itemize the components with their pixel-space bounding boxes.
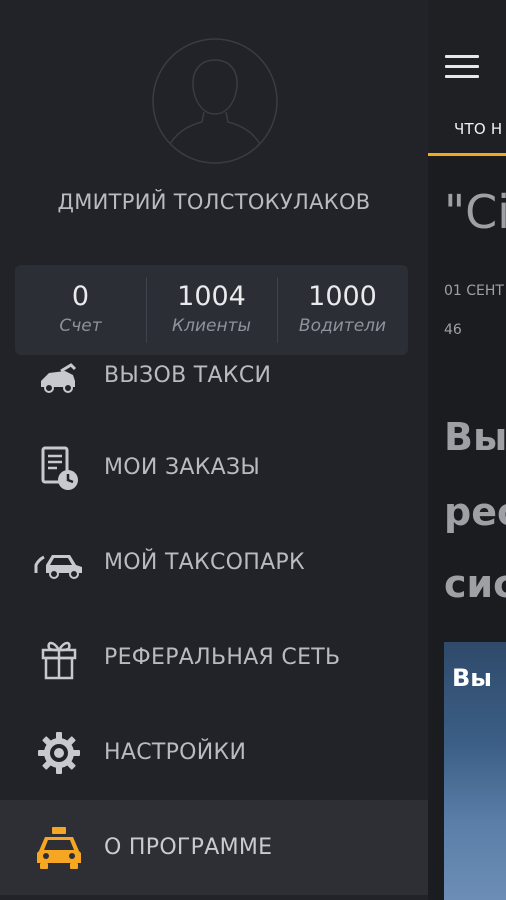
navigation-drawer: ВЫЗОВ ТАКСИ МОИ ЗАКАЗЫ МОЙ ТАКСОПАРК РЕФ…	[0, 0, 428, 900]
hamburger-menu-icon[interactable]	[445, 55, 479, 81]
stat-value: 0	[71, 281, 90, 312]
user-name: ДМИТРИЙ ТОЛСТОКУЛАКОВ	[57, 190, 371, 214]
stat-clients[interactable]: 1004 Клиенты	[146, 265, 277, 355]
article-headline: "Сі	[444, 185, 506, 239]
avatar[interactable]	[152, 38, 278, 164]
orders-icon	[34, 443, 84, 493]
article-views: 46	[444, 322, 462, 338]
stat-drivers[interactable]: 1000 Водители	[277, 265, 408, 355]
stat-value: 1000	[308, 281, 377, 312]
article-image-caption: Вы	[452, 664, 492, 692]
article-lead-line: рес	[444, 490, 506, 534]
stat-balance[interactable]: 0 Счет	[15, 265, 146, 355]
app-bar: ЧТО Н	[428, 0, 506, 157]
menu-item-about[interactable]: О ПРОГРАММЕ	[0, 800, 428, 895]
gift-icon	[34, 633, 84, 683]
menu-item-label: О ПРОГРАММЕ	[104, 835, 273, 860]
car-fleet-icon	[34, 538, 84, 588]
stat-label: Водители	[298, 316, 387, 336]
tab-indicator	[428, 153, 506, 156]
drawer-menu: ВЫЗОВ ТАКСИ МОИ ЗАКАЗЫ МОЙ ТАКСОПАРК РЕФ…	[0, 330, 428, 895]
article-lead-line: Вы	[444, 415, 506, 459]
taxi-call-icon	[34, 350, 84, 400]
menu-item-my-taxi-fleet[interactable]: МОЙ ТАКСОПАРК	[0, 515, 428, 610]
menu-item-settings[interactable]: НАСТРОЙКИ	[0, 705, 428, 800]
menu-item-label: МОЙ ТАКСОПАРК	[104, 550, 305, 575]
main-content: ЧТО Н "Сі 01 СЕНТ 46 Вы рес сис Вы	[428, 0, 506, 900]
stat-label: Счет	[59, 316, 102, 336]
tab-news[interactable]: ЧТО Н	[454, 120, 502, 138]
stats-panel: 0 Счет 1004 Клиенты 1000 Водители	[15, 265, 408, 355]
menu-item-label: ВЫЗОВ ТАКСИ	[104, 362, 272, 388]
stat-value: 1004	[177, 281, 246, 312]
menu-item-label: РЕФЕРАЛЬНАЯ СЕТЬ	[104, 645, 341, 670]
menu-item-label: МОИ ЗАКАЗЫ	[104, 455, 261, 480]
menu-item-my-orders[interactable]: МОИ ЗАКАЗЫ	[0, 420, 428, 515]
article-date: 01 СЕНТ	[444, 283, 504, 299]
gear-icon	[34, 728, 84, 778]
stat-label: Клиенты	[172, 316, 251, 336]
article-lead-line: сис	[444, 562, 506, 606]
taxi-icon	[34, 823, 84, 873]
menu-item-referral-network[interactable]: РЕФЕРАЛЬНАЯ СЕТЬ	[0, 610, 428, 705]
menu-item-label: НАСТРОЙКИ	[104, 740, 247, 765]
